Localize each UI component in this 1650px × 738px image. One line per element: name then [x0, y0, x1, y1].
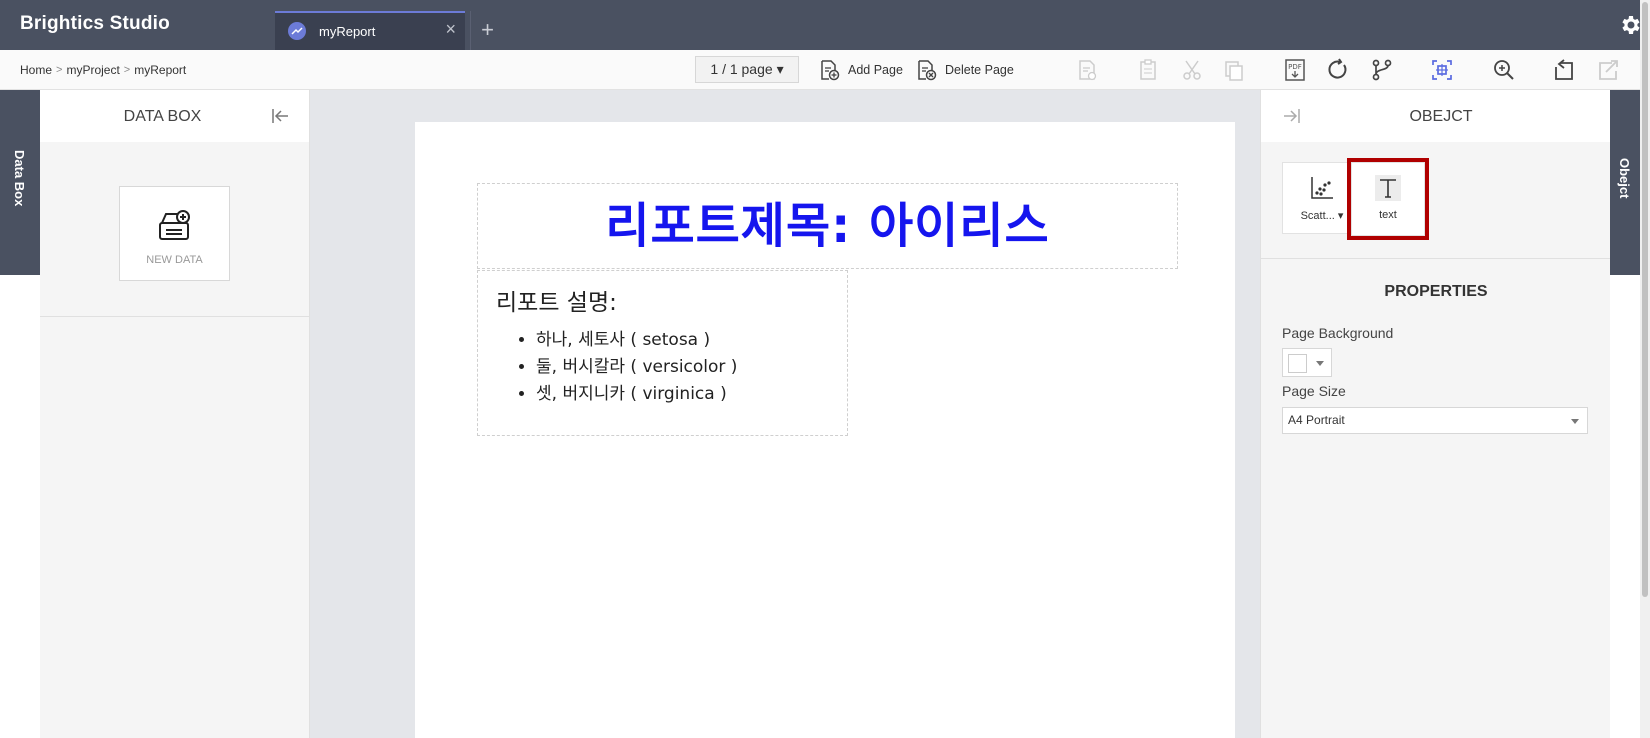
report-description-box[interactable]: 리포트 설명: 하나, 세토사 ( setosa ) 둘, 버시칼라 ( ver… [477, 270, 848, 436]
breadcrumb: Home > myProject > myReport [20, 63, 186, 77]
breadcrumb-report[interactable]: myReport [134, 63, 186, 77]
import-icon[interactable] [1552, 58, 1576, 82]
divider [40, 316, 310, 317]
page-size-label: Page Size [1282, 383, 1346, 399]
chevron-right-icon: > [123, 64, 131, 76]
object-title: OBEJCT [1409, 108, 1473, 125]
branch-icon[interactable] [1370, 58, 1394, 82]
caret-down-icon: ▾ [776, 61, 784, 77]
gear-icon[interactable] [1618, 13, 1642, 37]
breadcrumb-home[interactable]: Home [20, 63, 52, 77]
pdf-export-icon[interactable]: PDF [1283, 58, 1307, 82]
page-background-color-picker[interactable] [1282, 348, 1332, 377]
add-database-icon [158, 210, 190, 240]
list-item: 둘, 버시칼라 ( versicolor ) [536, 354, 829, 381]
close-icon[interactable]: × [445, 20, 456, 38]
top-bar: Brightics Studio myReport × + [0, 0, 1650, 50]
object-panel: OBEJCT Scatt... ▾ text PROPERTIES Page B… [1260, 90, 1611, 738]
share-icon[interactable] [1596, 58, 1620, 82]
zoom-in-icon[interactable] [1492, 58, 1516, 82]
report-title-box[interactable]: 리포트제목: 아이리스 [477, 183, 1178, 269]
add-tab-button[interactable]: + [470, 11, 504, 50]
add-page-icon [821, 60, 840, 81]
copy-icon[interactable] [1222, 58, 1246, 82]
delete-page-label: Delete Page [945, 63, 1014, 77]
page-size-select[interactable]: A4 Portrait [1282, 407, 1588, 434]
page-size-value: A4 Portrait [1288, 413, 1345, 427]
report-page[interactable]: 리포트제목: 아이리스 리포트 설명: 하나, 세토사 ( setosa ) 둘… [415, 122, 1235, 738]
report-title: 리포트제목: 아이리스 [605, 198, 1050, 254]
data-box-title: DATA BOX [123, 108, 202, 125]
tab-myreport[interactable]: myReport × [275, 11, 465, 50]
delete-page-button[interactable]: Delete Page [915, 58, 1014, 82]
scrollbar[interactable] [1640, 0, 1650, 738]
fit-frame-icon[interactable] [1430, 58, 1454, 82]
caret-down-icon [1571, 419, 1579, 424]
selection-highlight [1347, 158, 1429, 240]
add-page-button[interactable]: Add Page [818, 58, 903, 82]
app-title: Brightics Studio [20, 13, 170, 34]
report-description-title: 리포트 설명: [496, 290, 617, 316]
breadcrumb-project[interactable]: myProject [66, 63, 119, 77]
page-background-label: Page Background [1282, 325, 1394, 341]
chevron-right-icon: > [56, 64, 63, 76]
report-canvas: 리포트제목: 아이리스 리포트 설명: 하나, 세토사 ( setosa ) 둘… [310, 90, 1260, 738]
add-page-label: Add Page [848, 63, 903, 77]
new-data-label: NEW DATA [146, 254, 203, 266]
caret-down-icon [1316, 361, 1324, 366]
page-selector[interactable]: 1 / 1 page ▾ [695, 56, 799, 83]
data-box-panel: DATA BOX NEW DATA [40, 90, 310, 738]
caret-down-icon: ▾ [1337, 210, 1344, 222]
data-box-rail[interactable]: Data Box [0, 90, 40, 275]
svg-text:PDF: PDF [1288, 63, 1302, 71]
data-box-rail-label: Data Box [12, 150, 27, 207]
refresh-icon[interactable] [1326, 58, 1350, 82]
scatter-plot-icon [1311, 177, 1333, 199]
cut-icon[interactable] [1180, 58, 1204, 82]
page-indicator: 1 / 1 page [710, 61, 773, 77]
object-header: OBEJCT [1261, 90, 1610, 142]
collapse-left-icon[interactable] [271, 108, 289, 124]
new-data-button[interactable]: NEW DATA [119, 186, 230, 281]
report-icon [288, 22, 306, 40]
color-swatch [1288, 354, 1307, 373]
paste-icon[interactable] [1136, 58, 1160, 82]
tab-label: myReport [319, 24, 376, 39]
properties-title: PROPERTIES [1384, 283, 1488, 300]
description-list: 하나, 세토사 ( setosa ) 둘, 버시칼라 ( versicolor … [536, 327, 829, 408]
scrollbar-thumb[interactable] [1642, 2, 1648, 597]
data-box-header: DATA BOX [40, 90, 309, 142]
list-item: 하나, 세토사 ( setosa ) [536, 327, 829, 354]
object-rail-label: Obejct [1617, 158, 1632, 199]
object-rail[interactable]: Obejct [1610, 90, 1640, 275]
toolbar: Home > myProject > myReport 1 / 1 page ▾… [0, 50, 1650, 90]
page-settings-icon[interactable] [1075, 58, 1099, 82]
divider [1261, 258, 1611, 259]
list-item: 셋, 버지니카 ( virginica ) [536, 381, 829, 408]
delete-page-icon [918, 60, 937, 81]
